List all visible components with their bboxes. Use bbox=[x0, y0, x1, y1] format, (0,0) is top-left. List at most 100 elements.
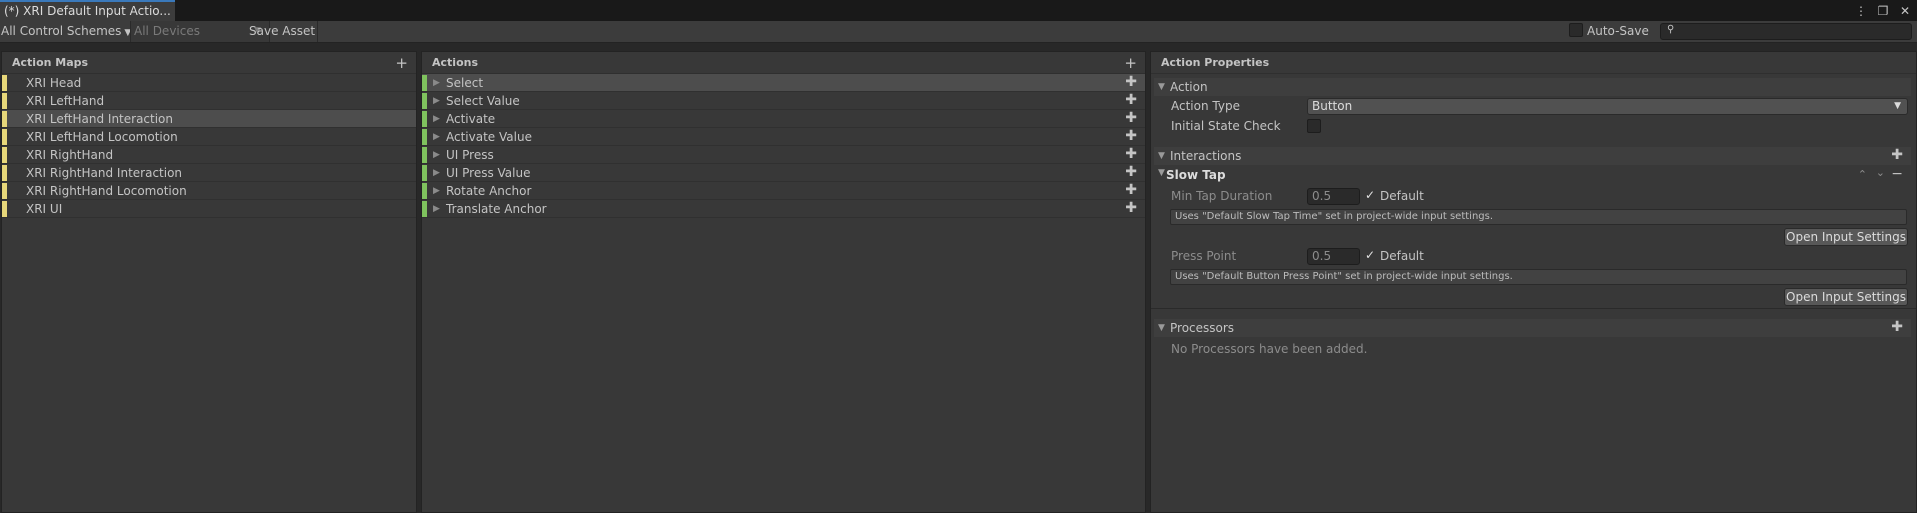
expand-triangle-icon[interactable]: ▶ bbox=[433, 182, 440, 200]
press-point-value: 0.5 bbox=[1312, 249, 1332, 263]
list-item[interactable]: ▶ Activate Value ✚ bbox=[422, 128, 1145, 146]
map-color-bar bbox=[2, 201, 7, 217]
expand-triangle-icon[interactable]: ▶ bbox=[433, 92, 440, 110]
add-action-icon[interactable]: + bbox=[1124, 52, 1137, 74]
press-point-help-text: Uses "Default Button Press Point" set in… bbox=[1175, 271, 1513, 282]
save-asset-label: Save Asset bbox=[249, 24, 316, 38]
action-color-bar bbox=[422, 111, 427, 127]
slow-tap-header[interactable]: ▼ Slow Tap ⌃ ⌄ − bbox=[1154, 166, 1911, 186]
action-color-bar bbox=[422, 129, 427, 145]
add-action-map-icon[interactable]: + bbox=[395, 52, 408, 74]
foldout-triangle-icon[interactable]: ▼ bbox=[1158, 147, 1165, 165]
action-maps-title: Action Maps bbox=[12, 56, 89, 69]
default-label: Default bbox=[1380, 249, 1424, 263]
save-asset-button[interactable]: Save Asset bbox=[246, 21, 318, 42]
interactions-section-header[interactable]: ▼ Interactions ✚ bbox=[1154, 147, 1911, 165]
action-properties-title: Action Properties bbox=[1161, 56, 1270, 69]
processors-empty-text: No Processors have been added. bbox=[1171, 342, 1368, 356]
expand-triangle-icon[interactable]: ▶ bbox=[433, 110, 440, 128]
list-item[interactable]: ▶ Rotate Anchor ✚ bbox=[422, 182, 1145, 200]
map-color-bar bbox=[2, 93, 7, 109]
expand-triangle-icon[interactable]: ▶ bbox=[433, 200, 440, 218]
auto-save-checkbox[interactable] bbox=[1569, 23, 1583, 37]
search-icon: ⚲ bbox=[1667, 24, 1675, 35]
chevron-up-icon[interactable]: ⌃ bbox=[1858, 168, 1867, 181]
min-tap-duration-label: Min Tap Duration bbox=[1171, 189, 1273, 203]
add-binding-icon[interactable]: ✚ bbox=[1125, 91, 1137, 109]
min-tap-help-box: Uses "Default Slow Tap Time" set in proj… bbox=[1170, 209, 1907, 225]
action-color-bar bbox=[422, 147, 427, 163]
initial-state-checkbox[interactable] bbox=[1307, 119, 1321, 133]
foldout-triangle-icon[interactable]: ▼ bbox=[1158, 168, 1165, 178]
action-maps-panel: Action Maps + XRI Head XRI LeftHand XRI … bbox=[1, 51, 417, 513]
map-color-bar bbox=[2, 111, 7, 127]
processors-section-header[interactable]: ▼ Processors ✚ bbox=[1154, 319, 1911, 337]
actions-panel: Actions + ▶ Select ✚ ▶ Select Value ✚ ▶ Activ… bbox=[421, 51, 1146, 513]
expand-triangle-icon[interactable]: ▶ bbox=[433, 128, 440, 146]
foldout-triangle-icon[interactable]: ▼ bbox=[1158, 78, 1165, 96]
list-item[interactable]: XRI UI bbox=[2, 200, 416, 218]
expand-triangle-icon[interactable]: ▶ bbox=[433, 146, 440, 164]
list-item[interactable]: ▶ UI Press ✚ bbox=[422, 146, 1145, 164]
interactions-section-title: Interactions bbox=[1170, 149, 1242, 163]
action-properties-header: Action Properties bbox=[1151, 52, 1916, 74]
list-item[interactable]: ▶ Select ✚ bbox=[422, 74, 1145, 92]
add-binding-icon[interactable]: ✚ bbox=[1125, 163, 1137, 181]
action-color-bar bbox=[422, 183, 427, 199]
press-point-field[interactable]: 0.5 bbox=[1307, 248, 1360, 265]
window-titlebar bbox=[0, 0, 1917, 21]
map-color-bar bbox=[2, 129, 7, 145]
add-binding-icon[interactable]: ✚ bbox=[1125, 145, 1137, 163]
list-item[interactable]: XRI RightHand bbox=[2, 146, 416, 164]
foldout-triangle-icon[interactable]: ▼ bbox=[1158, 319, 1165, 337]
list-item[interactable]: XRI LeftHand Locomotion bbox=[2, 128, 416, 146]
default-checkbox[interactable]: ✓ bbox=[1365, 248, 1375, 262]
list-item[interactable]: ▶ Activate ✚ bbox=[422, 110, 1145, 128]
search-input[interactable]: ⚲ bbox=[1660, 23, 1912, 40]
expand-triangle-icon[interactable]: ▶ bbox=[433, 164, 440, 182]
chevron-down-icon: ▼ bbox=[1894, 101, 1901, 111]
auto-save-label: Auto-Save bbox=[1587, 24, 1649, 38]
more-vert-icon[interactable]: ⋮ bbox=[1855, 4, 1867, 18]
action-color-bar bbox=[422, 201, 427, 217]
default-checkbox[interactable]: ✓ bbox=[1365, 188, 1375, 202]
action-section-header[interactable]: ▼ Action bbox=[1154, 78, 1911, 96]
add-binding-icon[interactable]: ✚ bbox=[1125, 199, 1137, 217]
add-processor-icon[interactable]: ✚ bbox=[1891, 318, 1903, 336]
action-type-value: Button bbox=[1312, 99, 1353, 113]
add-binding-icon[interactable]: ✚ bbox=[1125, 73, 1137, 91]
slow-tap-title: Slow Tap bbox=[1166, 168, 1226, 182]
action-type-dropdown[interactable]: Button ▼ bbox=[1307, 98, 1908, 115]
list-item[interactable]: XRI RightHand Interaction bbox=[2, 164, 416, 182]
map-color-bar bbox=[2, 183, 7, 199]
window-tab[interactable]: (*) XRI Default Input Actio... bbox=[0, 0, 175, 21]
add-binding-icon[interactable]: ✚ bbox=[1125, 127, 1137, 145]
close-icon[interactable]: ✕ bbox=[1899, 4, 1911, 18]
chevron-down-icon[interactable]: ⌄ bbox=[1876, 166, 1885, 179]
list-item[interactable]: XRI RightHand Locomotion bbox=[2, 182, 416, 200]
map-color-bar bbox=[2, 75, 7, 91]
list-item[interactable]: ▶ Translate Anchor ✚ bbox=[422, 200, 1145, 218]
divider bbox=[1151, 308, 1916, 309]
add-binding-icon[interactable]: ✚ bbox=[1125, 181, 1137, 199]
window-controls: ⋮ ❐ ✕ bbox=[1855, 2, 1911, 19]
actions-list: ▶ Select ✚ ▶ Select Value ✚ ▶ Activate ✚ ▶ Acti… bbox=[422, 74, 1145, 218]
list-item[interactable]: XRI LeftHand Interaction bbox=[2, 110, 416, 128]
remove-interaction-icon[interactable]: − bbox=[1891, 166, 1903, 182]
open-input-settings-button[interactable]: Open Input Settings bbox=[1784, 228, 1908, 246]
map-color-bar bbox=[2, 147, 7, 163]
list-item[interactable]: XRI LeftHand bbox=[2, 92, 416, 110]
expand-triangle-icon[interactable]: ▶ bbox=[433, 74, 440, 92]
action-color-bar bbox=[422, 75, 427, 91]
min-tap-duration-field[interactable]: 0.5 bbox=[1307, 188, 1360, 205]
add-interaction-icon[interactable]: ✚ bbox=[1891, 146, 1903, 164]
open-input-settings-button[interactable]: Open Input Settings bbox=[1784, 288, 1908, 306]
list-item[interactable]: ▶ UI Press Value ✚ bbox=[422, 164, 1145, 182]
maximize-icon[interactable]: ❐ bbox=[1877, 4, 1889, 18]
add-binding-icon[interactable]: ✚ bbox=[1125, 109, 1137, 127]
min-tap-duration-value: 0.5 bbox=[1312, 189, 1332, 203]
list-item[interactable]: ▶ Select Value ✚ bbox=[422, 92, 1145, 110]
control-schemes-dropdown[interactable]: All Control Schemes ▼ bbox=[1, 21, 132, 42]
list-item[interactable]: XRI Head bbox=[2, 74, 416, 92]
default-label: Default bbox=[1380, 189, 1424, 203]
